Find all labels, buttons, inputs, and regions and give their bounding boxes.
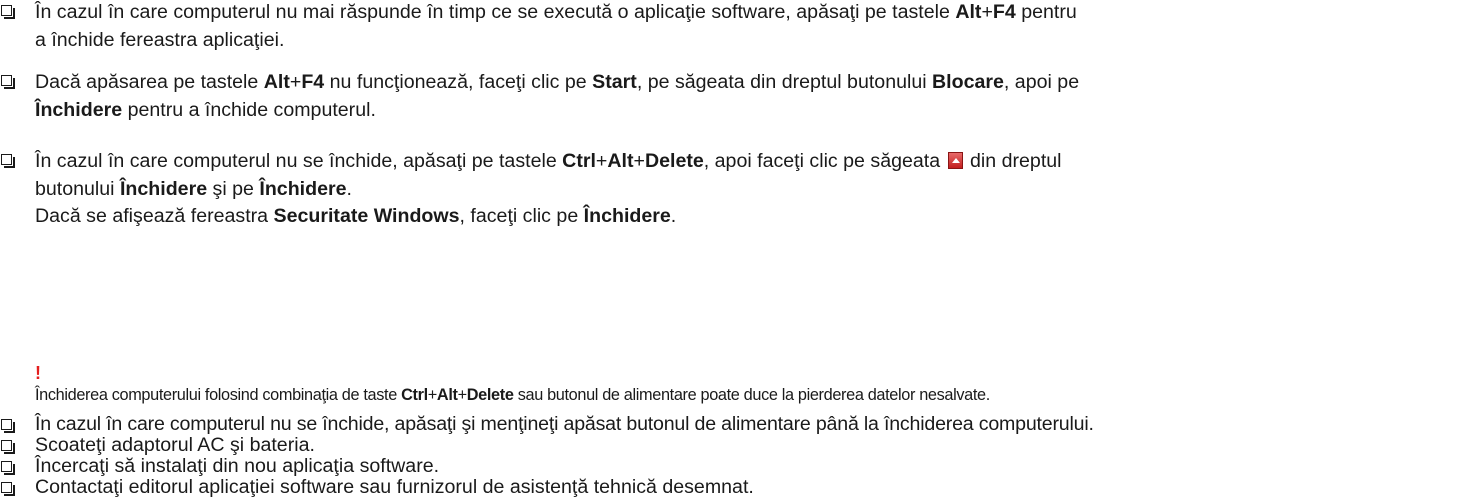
text-run: din dreptul (964, 150, 1062, 172)
list-item-line: În cazul în care computerul nu mai răspu… (35, 0, 1458, 25)
checkbox-bullet-icon (1, 461, 15, 475)
bold-term: Ctrl (401, 386, 428, 404)
text-run: În cazul în care computerul nu mai răspu… (35, 1, 956, 23)
text-run: butonului (35, 178, 120, 200)
text-run: . (346, 178, 352, 200)
list-item-line: Închidere pentru a închide computerul. (35, 98, 1458, 123)
list-item-text: din dreptul (965, 150, 1062, 172)
red-up-arrow-button-icon (947, 152, 963, 169)
bold-term: Blocare (932, 71, 1004, 93)
bold-term: Închidere (583, 205, 671, 227)
bold-term: F4 (992, 1, 1016, 23)
bold-term: Delete (466, 386, 514, 404)
text-run: a închide fereastra aplicaţiei. (35, 29, 285, 51)
list-item-text: În cazul în care computerul nu se închid… (35, 150, 946, 172)
bold-term: Securitate Windows (273, 205, 460, 227)
list-item-text: Scoateţi adaptorul AC şi bateria. (35, 434, 315, 456)
list-item: Dacă apăsarea pe tastele Alt+F4 nu funcţ… (0, 70, 1458, 130)
list-item-line: În cazul în care computerul nu se închid… (35, 149, 1458, 174)
text-run: nu funcţionează, faceţi clic pe (324, 71, 593, 93)
checkbox-bullet-icon (1, 419, 15, 433)
list-item-line: Dacă se afişează fereastra Securitate Wi… (35, 204, 1458, 229)
text-run: , apoi pe (1003, 71, 1080, 93)
text-run: Dacă apăsarea pe tastele (35, 71, 264, 93)
list-item: În cazul în care computerul nu se închid… (0, 414, 1458, 435)
checkbox-bullet-icon (1, 5, 15, 19)
text-run: . (670, 205, 677, 227)
text-run: + (289, 71, 302, 93)
list-item: Încercaţi să instalaţi din nou aplicaţia… (0, 456, 1458, 477)
bold-term: Alt (607, 150, 634, 172)
text-run: şi pe (207, 178, 260, 200)
list-item: Scoateţi adaptorul AC şi bateria. (0, 435, 1458, 456)
checkbox-bullet-icon (1, 154, 15, 168)
checkbox-bullet-icon (1, 440, 15, 454)
bold-term: Alt (955, 1, 982, 23)
list-item: Contactaţi editorul aplicaţiei software … (0, 477, 1458, 498)
checkbox-bullet-icon (1, 482, 15, 496)
bold-term: Închidere (259, 178, 347, 200)
exclamation-warning-icon: ! (35, 363, 41, 383)
list-item-text: În cazul în care computerul nu se închid… (35, 413, 1094, 435)
bold-term: Închidere (35, 99, 123, 121)
list-item-text: Contactaţi editorul aplicaţiei software … (35, 476, 754, 498)
list-item-text: Încercaţi să instalaţi din nou aplicaţia… (35, 455, 440, 477)
text-run: + (981, 1, 993, 23)
text-run: Închiderea computerului folosind combina… (35, 386, 402, 404)
text-run: pentru (1015, 1, 1077, 23)
text-run: + (595, 150, 608, 172)
warning-note: Închiderea computerului folosind combina… (35, 385, 990, 405)
text-run: , apoi faceţi clic pe săgeata (703, 150, 946, 172)
text-run: + (427, 386, 438, 404)
text-run: + (633, 150, 645, 172)
text-run: , pe săgeata din dreptul butonului (636, 71, 933, 93)
text-run: Dacă se afişează fereastra (35, 205, 274, 227)
text-run: pentru a închide computerul. (122, 99, 376, 121)
text-run: , faceţi clic pe (459, 205, 584, 227)
list-item-line: butonului Închidere şi pe Închidere. (35, 177, 1458, 202)
list-item-line: Dacă apăsarea pe tastele Alt+F4 nu funcţ… (35, 70, 1458, 95)
bold-term: Alt (263, 71, 290, 93)
bold-term: Alt (436, 386, 458, 404)
bold-term: Delete (644, 150, 704, 172)
bold-term: F4 (301, 71, 325, 93)
bold-term: Închidere (119, 178, 208, 200)
bold-term: Start (592, 71, 637, 93)
text-run: + (457, 386, 468, 404)
bold-term: Ctrl (562, 150, 596, 172)
checkbox-bullet-icon (1, 75, 15, 89)
list-item-line: a închide fereastra aplicaţiei. (35, 28, 1458, 53)
list-item: În cazul în care computerul nu mai răspu… (0, 0, 1458, 60)
text-run: sau butonul de alimentare poate duce la … (513, 386, 991, 404)
text-run: În cazul în care computerul nu se închid… (35, 150, 563, 172)
list-item: În cazul în care computerul nu se închid… (0, 149, 1458, 239)
